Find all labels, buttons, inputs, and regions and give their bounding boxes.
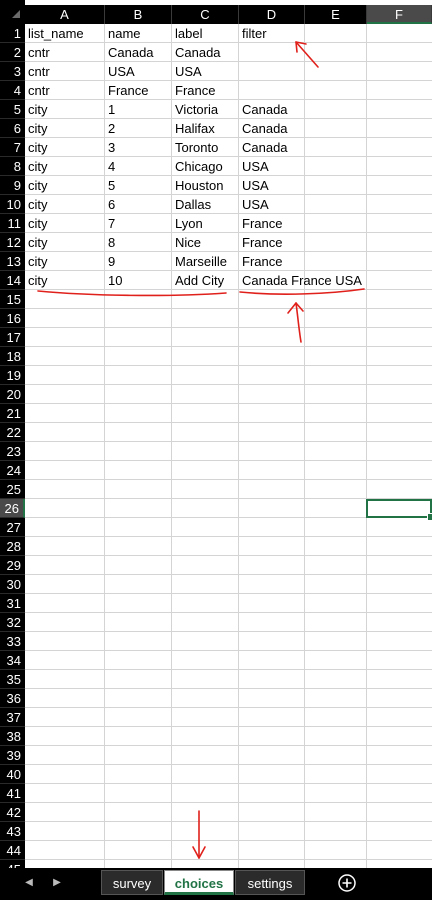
red-underline-row14-right (239, 288, 365, 295)
annotation-layer (37, 41, 365, 859)
sheet-tab-bar: ◀ ▶ survey choices settings (0, 868, 432, 900)
red-arrow-head-values (287, 302, 304, 314)
sheet-tab-settings[interactable]: settings (235, 870, 305, 895)
spreadsheet-grid[interactable]: ABCDEF 1 2 3 4 5 6 7 8 9 10 11 12 13 14 15 16 17 18 19 20 21… (0, 0, 432, 868)
sheet-tab-survey[interactable]: survey (101, 870, 163, 895)
red-arrow-to-filter-header (295, 41, 319, 68)
plus-circle-icon[interactable] (337, 873, 357, 893)
sheet-tab-choices[interactable]: choices (164, 870, 234, 895)
red-underline-row14-left (37, 290, 227, 297)
triangle-right-icon[interactable]: ▶ (48, 873, 66, 893)
triangle-left-icon[interactable]: ◀ (20, 873, 38, 893)
